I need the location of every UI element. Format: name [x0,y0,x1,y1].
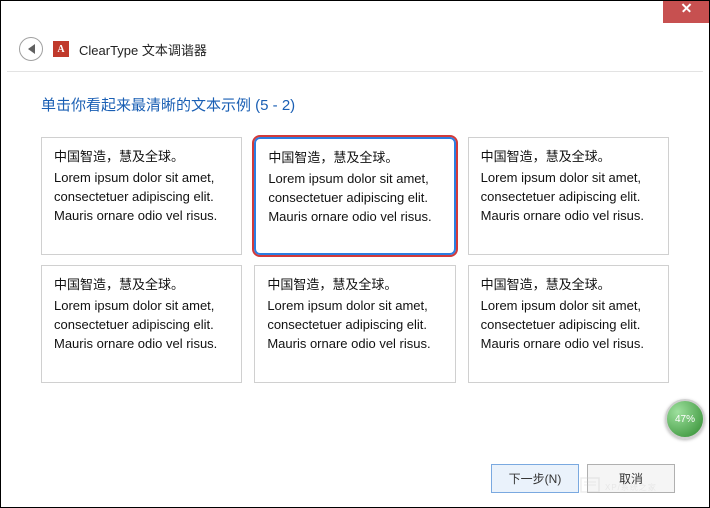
titlebar [1,1,709,33]
sample-text-latin: Lorem ipsum dolor sit amet, consectetuer… [481,297,656,354]
footer-buttons: 下一步(N) 取消 [491,464,675,493]
sample-text-cn: 中国智造，慧及全球。 [54,148,229,167]
app-icon: A [53,41,69,57]
text-sample-3[interactable]: 中国智造，慧及全球。 Lorem ipsum dolor sit amet, co… [468,137,669,255]
header: A ClearType 文本调谐器 [1,33,709,71]
sample-text-cn: 中国智造，慧及全球。 [481,276,656,295]
sample-text-cn: 中国智造，慧及全球。 [268,149,441,168]
back-button[interactable] [19,37,43,61]
close-button[interactable] [663,1,709,23]
sample-text-cn: 中国智造，慧及全球。 [54,276,229,295]
content-area: 单击你看起来最清晰的文本示例 (5 - 2) 中国智造，慧及全球。 Lorem i… [1,72,709,393]
window-title: ClearType 文本调谐器 [79,40,207,59]
progress-badge: 47% [665,399,705,439]
sample-text-latin: Lorem ipsum dolor sit amet, consectetuer… [267,297,442,354]
sample-text-latin: Lorem ipsum dolor sit amet, consectetuer… [54,297,229,354]
back-arrow-icon [28,44,35,54]
sample-text-cn: 中国智造，慧及全球。 [267,276,442,295]
text-sample-4[interactable]: 中国智造，慧及全球。 Lorem ipsum dolor sit amet, co… [41,265,242,383]
sample-text-latin: Lorem ipsum dolor sit amet, consectetuer… [268,170,441,227]
sample-grid: 中国智造，慧及全球。 Lorem ipsum dolor sit amet, co… [41,137,669,383]
text-sample-2[interactable]: 中国智造，慧及全球。 Lorem ipsum dolor sit amet, co… [254,137,455,255]
next-button[interactable]: 下一步(N) [491,464,579,493]
sample-text-latin: Lorem ipsum dolor sit amet, consectetuer… [54,169,229,226]
cancel-button[interactable]: 取消 [587,464,675,493]
instruction-text: 单击你看起来最清晰的文本示例 (5 - 2) [41,94,669,115]
text-sample-6[interactable]: 中国智造，慧及全球。 Lorem ipsum dolor sit amet, co… [468,265,669,383]
sample-text-latin: Lorem ipsum dolor sit amet, consectetuer… [481,169,656,226]
text-sample-5[interactable]: 中国智造，慧及全球。 Lorem ipsum dolor sit amet, co… [254,265,455,383]
close-icon [681,7,691,17]
sample-text-cn: 中国智造，慧及全球。 [481,148,656,167]
text-sample-1[interactable]: 中国智造，慧及全球。 Lorem ipsum dolor sit amet, co… [41,137,242,255]
